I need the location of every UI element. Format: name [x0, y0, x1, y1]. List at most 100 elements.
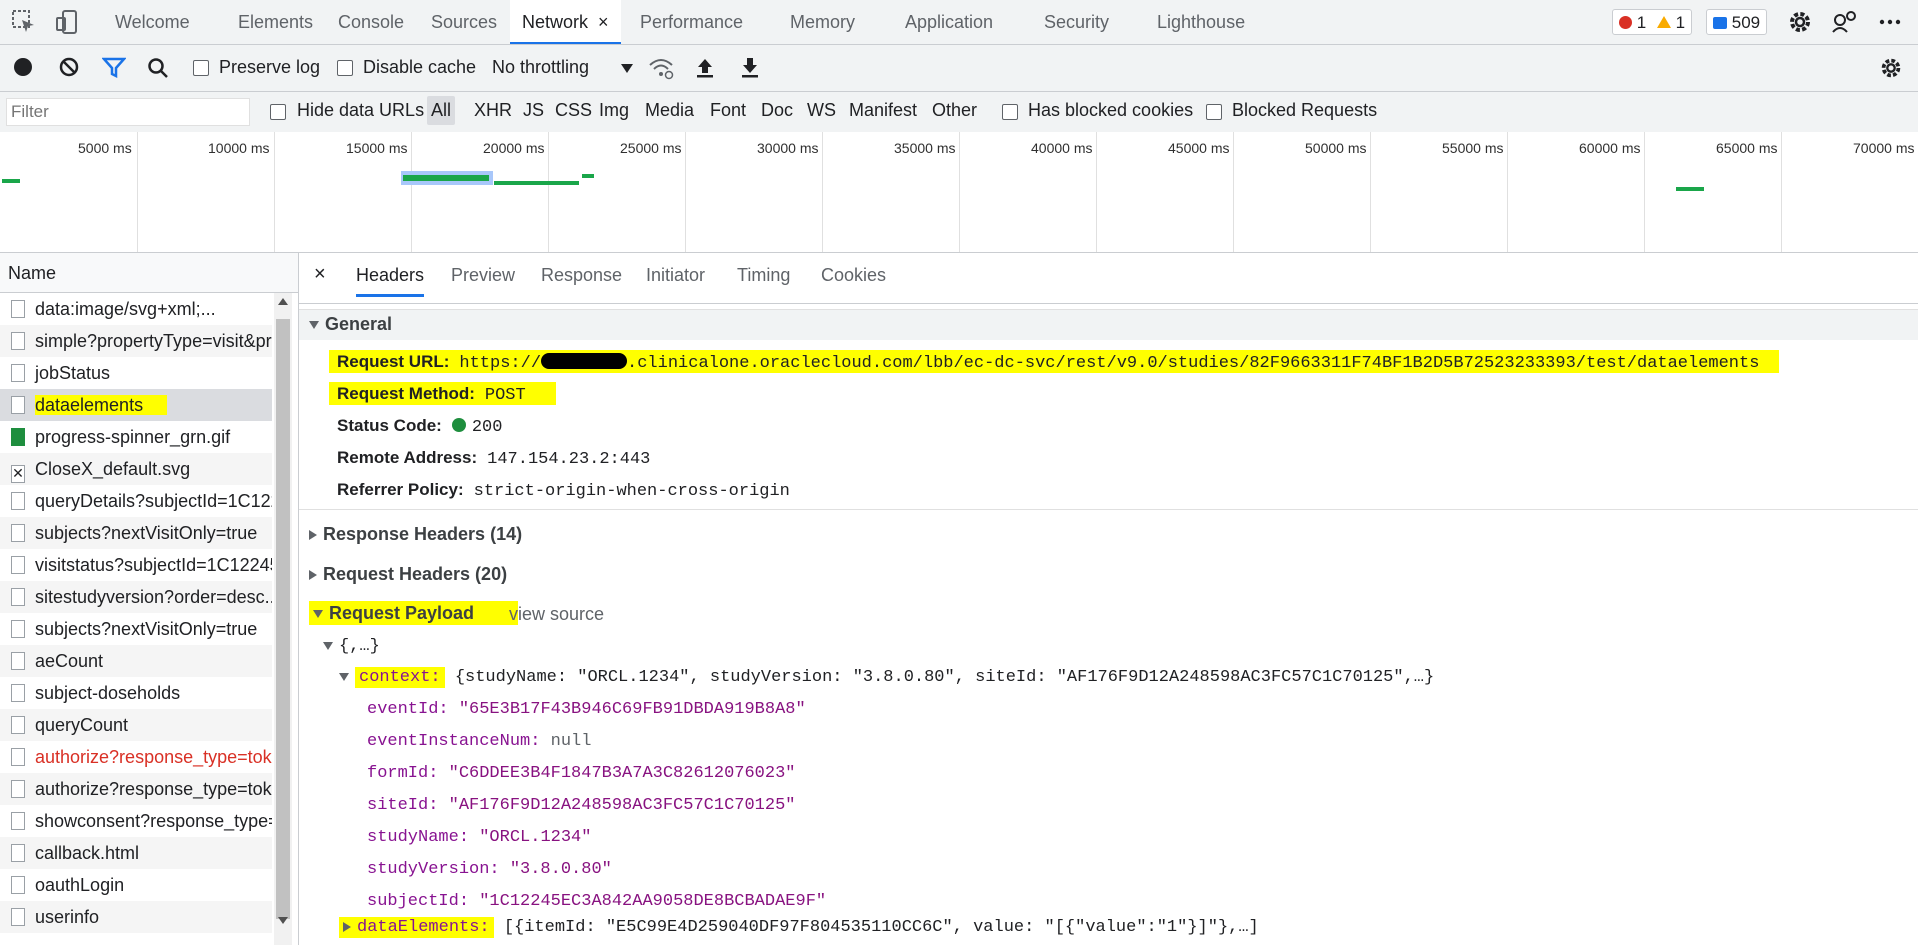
filter-type-all[interactable]: All	[427, 96, 456, 125]
preserve-log-checkbox[interactable]	[193, 59, 209, 77]
timeline-overview[interactable]: 5000 ms 10000 ms 15000 ms 20000 ms 25000…	[0, 132, 1918, 253]
tab-performance[interactable]: Performance	[640, 0, 743, 44]
tab-welcome[interactable]: Welcome	[115, 0, 190, 44]
filter-icon[interactable]	[101, 56, 127, 83]
filter-type-xhr[interactable]: XHR	[474, 100, 512, 121]
payload-context-row[interactable]: context: {studyName: "ORCL.1234", studyV…	[339, 667, 1434, 688]
request-name: CloseX_default.svg	[35, 459, 191, 479]
filter-type-other[interactable]: Other	[932, 100, 977, 121]
throttling-select[interactable]: No throttling	[484, 51, 636, 83]
messages-badge[interactable]: 509	[1706, 9, 1768, 35]
request-name: callback.html	[35, 843, 140, 863]
general-section-toggle[interactable]: General	[309, 314, 392, 335]
tab-response[interactable]: Response	[541, 265, 622, 286]
request-row[interactable]: sitestudyversion?order=desc...	[0, 581, 272, 613]
device-toolbar-icon[interactable]	[54, 8, 82, 36]
tab-network[interactable]: Network ×	[510, 0, 621, 44]
file-icon	[11, 748, 25, 766]
request-row[interactable]: visitstatus?subjectId=1C12245	[0, 549, 272, 581]
close-details-icon[interactable]: ×	[314, 263, 326, 286]
request-row[interactable]: subjects?nextVisitOnly=true	[0, 613, 272, 645]
payload-field: formId: "C6DDEE3B4F1847B3A7A3C8261207602…	[367, 764, 795, 783]
gear-icon[interactable]	[1786, 8, 1814, 36]
request-row[interactable]: data:image/svg+xml;...	[0, 293, 272, 325]
scrollbar-thumb[interactable]	[276, 319, 290, 919]
customize-icon[interactable]	[1830, 8, 1858, 36]
tab-headers[interactable]: Headers	[356, 265, 425, 297]
field-value: "ORCL.1234"	[479, 828, 592, 847]
record-icon[interactable]	[14, 58, 32, 76]
request-row[interactable]: ✕ CloseX_default.svg	[0, 453, 272, 485]
request-row[interactable]: subject-doseholds	[0, 677, 272, 709]
tab-lighthouse[interactable]: Lighthouse	[1157, 0, 1245, 44]
scroll-up-icon[interactable]	[278, 298, 288, 305]
filter-type-manifest[interactable]: Manifest	[849, 100, 917, 121]
payload-root[interactable]: {,…}	[323, 637, 380, 656]
export-har-icon[interactable]	[739, 55, 761, 84]
tab-sources[interactable]: Sources	[431, 0, 497, 44]
request-row[interactable]: oauthLogin	[0, 869, 272, 901]
request-row[interactable]: authorize?response_type=tok	[0, 773, 272, 805]
request-row[interactable]: aeCount	[0, 645, 272, 677]
more-options-icon[interactable]	[1876, 8, 1904, 36]
remote-address-value: 147.154.23.2:443	[487, 450, 651, 469]
request-url-rest[interactable]: .clinicalone.oraclecloud.com/lbb/ec-dc-s…	[627, 354, 1759, 373]
disable-cache-checkbox[interactable]	[337, 59, 353, 77]
tab-application[interactable]: Application	[905, 0, 993, 44]
network-conditions-icon[interactable]	[648, 56, 674, 85]
request-row[interactable]: showconsent?response_type=	[0, 805, 272, 837]
chevron-down-icon	[621, 64, 633, 73]
filter-type-media[interactable]: Media	[645, 100, 694, 121]
filter-type-doc[interactable]: Doc	[761, 100, 793, 121]
request-row[interactable]: queryDetails?subjectId=1C122	[0, 485, 272, 517]
tab-security[interactable]: Security	[1044, 0, 1109, 44]
tab-memory[interactable]: Memory	[790, 0, 855, 44]
request-row[interactable]: userinfo	[0, 901, 272, 933]
request-headers-toggle[interactable]: Request Headers (20)	[309, 564, 507, 585]
filter-input[interactable]	[6, 98, 250, 126]
network-settings-gear-icon[interactable]	[1878, 55, 1904, 86]
search-icon[interactable]	[146, 56, 170, 85]
request-row[interactable]: jobStatus	[0, 357, 272, 389]
request-row[interactable]: progress-spinner_grn.gif	[0, 421, 272, 453]
tick-line	[1507, 132, 1508, 252]
inspect-element-icon[interactable]	[10, 8, 38, 36]
hide-data-urls-checkbox[interactable]	[270, 103, 286, 121]
tab-initiator[interactable]: Initiator	[646, 265, 705, 286]
request-row[interactable]: simple?propertyType=visit&pr	[0, 325, 272, 357]
request-row-selected[interactable]: dataelements	[0, 389, 272, 421]
response-headers-toggle[interactable]: Response Headers (14)	[309, 524, 522, 545]
file-icon	[11, 780, 25, 798]
filter-type-ws[interactable]: WS	[807, 100, 836, 121]
scroll-down-icon[interactable]	[278, 917, 288, 924]
request-row-error[interactable]: authorize?response_type=tok	[0, 741, 272, 773]
dataelements-key: dataElements:	[357, 918, 490, 937]
payload-dataelements-row[interactable]: dataElements: [{itemId: "E5C99E4D259040D…	[339, 917, 1259, 938]
issues-badge[interactable]: 1 1	[1612, 9, 1693, 35]
has-blocked-cookies-checkbox[interactable]	[1002, 103, 1018, 121]
request-payload-toggle[interactable]: Request Payload	[309, 601, 519, 625]
blocked-requests-checkbox[interactable]	[1206, 103, 1222, 121]
filter-type-img[interactable]: Img	[599, 100, 629, 121]
request-row[interactable]: subjects?nextVisitOnly=true	[0, 517, 272, 549]
view-source-link[interactable]: view source	[509, 604, 604, 625]
name-column-header[interactable]: Name	[0, 253, 298, 293]
tab-timing[interactable]: Timing	[737, 265, 790, 286]
clear-icon[interactable]	[58, 56, 80, 83]
field-key: studyVersion:	[367, 860, 500, 879]
filter-type-css[interactable]: CSS	[555, 100, 592, 121]
tab-console[interactable]: Console	[338, 0, 404, 44]
request-row[interactable]: callback.html	[0, 837, 272, 869]
filter-type-font[interactable]: Font	[710, 100, 746, 121]
request-row[interactable]: queryCount	[0, 709, 272, 741]
remote-address-row: Remote Address: 147.154.23.2:443	[337, 448, 650, 469]
tab-preview[interactable]: Preview	[451, 265, 515, 286]
file-icon	[11, 332, 25, 350]
tab-cookies[interactable]: Cookies	[821, 265, 886, 286]
import-har-icon[interactable]	[694, 55, 716, 84]
tick-line	[1233, 132, 1234, 252]
tab-elements[interactable]: Elements	[238, 0, 313, 44]
request-name: data:image/svg+xml;...	[35, 299, 216, 319]
filter-type-js[interactable]: JS	[523, 100, 544, 121]
close-icon[interactable]: ×	[598, 12, 609, 32]
